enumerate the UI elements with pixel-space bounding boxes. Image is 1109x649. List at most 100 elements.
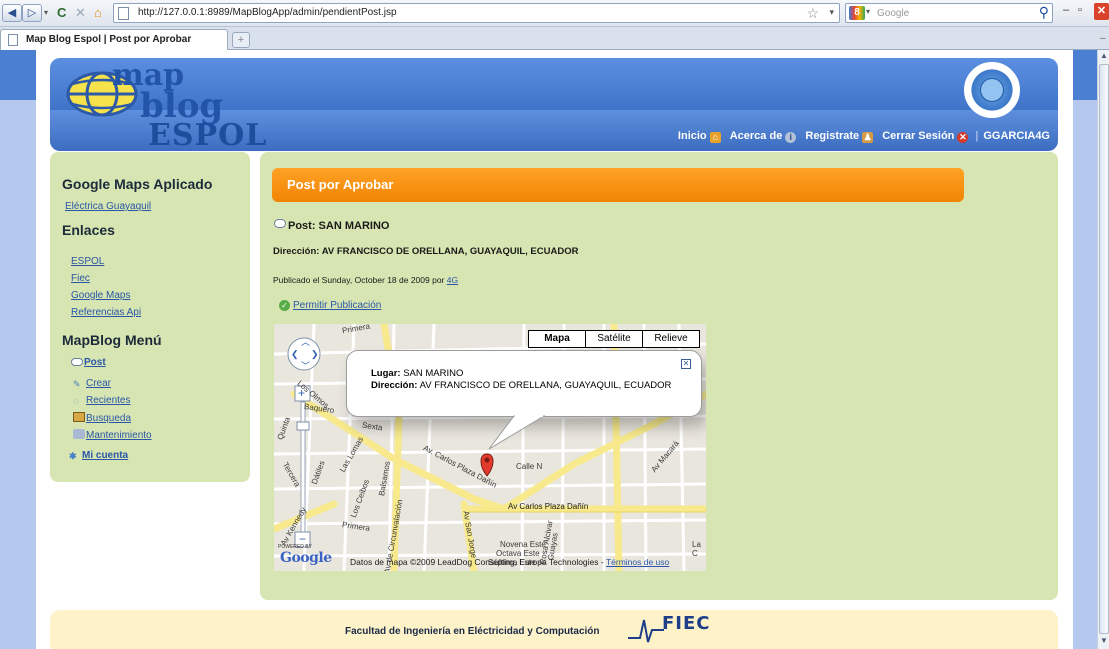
sidebar-link-referencias[interactable]: Referencias Api [71, 307, 141, 318]
scroll-thumb[interactable] [1099, 64, 1109, 634]
seal-emblem [980, 78, 1004, 102]
nav-registrate[interactable]: Registrate ♟ [805, 130, 874, 143]
site-footer: Facultad de Ingeniería en Eléctricidad y… [50, 610, 1058, 649]
google-logo[interactable]: Google [280, 550, 332, 566]
scroll-down-icon[interactable]: ▼ [1099, 636, 1109, 648]
espol-seal [964, 62, 1020, 118]
new-tab-button[interactable]: + [232, 32, 250, 48]
reload-icon[interactable]: C [57, 5, 66, 21]
window-close-icon[interactable]: ✕ [1094, 3, 1109, 20]
browser-toolbar: ◀ ▷ ▾ C ✕ ⌂ http://127.0.0.1:8989/MapBlo… [0, 0, 1109, 27]
nav-registrate-label[interactable]: Registrate [805, 130, 859, 142]
tab-active[interactable]: Map Blog Espol | Post por Aprobar [0, 29, 228, 50]
nav-inicio-label[interactable]: Inicio [678, 130, 707, 142]
pulse-icon [628, 619, 664, 643]
sidebar-menu-mi-cuenta[interactable]: ✱ Mi cuenta [69, 450, 128, 461]
close-icon[interactable]: ✕ [957, 132, 969, 143]
approve-publication-link[interactable]: ✓ Permitir Publicación [279, 300, 381, 311]
post-bar: Post por Aprobar [272, 168, 964, 202]
search-placeholder[interactable]: Google [877, 8, 909, 19]
map-type-satelite[interactable]: Satélite [585, 330, 643, 348]
author-link[interactable]: 4G [447, 275, 458, 285]
sidebar-menu-crear[interactable]: ✎ Crear [73, 378, 111, 389]
recent-icon: ◌ [73, 396, 79, 406]
tab-title: Map Blog Espol | Post por Aprobar [26, 34, 192, 45]
info-dir-value: AV FRANCISCO DE ORELLANA, GUAYAQUIL, ECU… [419, 380, 672, 391]
url-dropdown-icon[interactable]: ▾ [829, 7, 834, 18]
svg-text:❯: ❯ [311, 349, 319, 360]
nav-cerrar-label[interactable]: Cerrar Sesión [882, 130, 954, 142]
nav-inicio[interactable]: Inicio ⌂ [678, 130, 721, 143]
page-viewport: map blog ESPOL Inicio ⌂ Acerca de i Regist… [0, 50, 1097, 649]
approve-publication-label[interactable]: Permitir Publicación [293, 300, 381, 311]
sidebar-menu-post-label[interactable]: Post [84, 357, 106, 368]
sidebar-link-electrica[interactable]: Eléctrica Guayaquil [65, 201, 151, 212]
nav-acerca-label[interactable]: Acerca de [730, 130, 783, 142]
street-label: Novena Este [500, 540, 546, 549]
maintenance-icon [73, 429, 85, 439]
sidebar-link-espol[interactable]: ESPOL [71, 256, 104, 267]
sidebar-link-fiec[interactable]: Fiec [71, 273, 90, 284]
top-nav: Inicio ⌂ Acerca de i Registrate ♟ Cerrar Se… [672, 130, 1050, 146]
street-label: La C [692, 540, 701, 558]
page-title: Post por Aprobar [287, 177, 394, 192]
map-type-mapa[interactable]: Mapa [528, 330, 586, 348]
home-icon[interactable]: ⌂ [94, 5, 102, 21]
sidebar-menu-post[interactable]: Post [71, 357, 106, 368]
sidebar-menu-mantenimiento-label[interactable]: Mantenimiento [86, 430, 152, 441]
search-box[interactable]: 8 ▾ Google ⚲ [845, 3, 1053, 23]
sidebar-menu-recientes[interactable]: ◌ Recientes [73, 395, 130, 406]
sidebar-menu-recientes-label[interactable]: Recientes [86, 395, 130, 406]
search-engine-dropdown-icon[interactable]: ▾ [866, 7, 870, 16]
back-button[interactable]: ◀ [2, 4, 22, 22]
nav-acerca[interactable]: Acerca de i [730, 130, 797, 143]
google-map[interactable]: ❮ ❯ ︿ ﹀ + − Primera Av. Carlos Plaza Dañín… [274, 324, 706, 571]
map-copyright: Datos de mapa ©2009 LeadDog Consulting, … [350, 557, 669, 567]
history-dropdown-icon[interactable]: ▾ [44, 5, 48, 21]
url-text[interactable]: http://127.0.0.1:8989/MapBlogApp/admin/p… [138, 7, 397, 18]
scroll-up-icon[interactable]: ▲ [1099, 51, 1109, 63]
bookmark-star-icon[interactable]: ☆ [806, 5, 819, 22]
post-title-label: Post: SAN MARINO [288, 220, 390, 232]
sidebar-heading-enlaces: Enlaces [62, 222, 115, 238]
sidebar-menu-mantenimiento[interactable]: Mantenimiento [73, 429, 152, 441]
current-user[interactable]: GGARCIA4G [983, 130, 1050, 142]
search-list-icon [73, 412, 85, 422]
map-copyright-text: Datos de mapa ©2009 LeadDog Consulting, … [350, 557, 604, 567]
tab-page-icon [8, 34, 18, 46]
sidebar-menu-crear-label[interactable]: Crear [86, 378, 111, 389]
post-published: Publicado el Sunday, October 18 de 2009 … [273, 275, 458, 285]
sidebar-menu-mi-cuenta-label[interactable]: Mi cuenta [82, 450, 128, 461]
home-icon[interactable]: ⌂ [709, 132, 721, 143]
forward-button[interactable]: ▷ [22, 4, 42, 22]
sidebar-menu-busqueda-label[interactable]: Busqueda [86, 413, 131, 424]
minimize-icon[interactable]: – [1063, 4, 1069, 16]
info-lugar: Lugar: SAN MARINO [371, 368, 463, 379]
map-info-window: ✕ Lugar: SAN MARINO Dirección: AV FRANCI… [346, 350, 702, 417]
published-text: Publicado el Sunday, October 18 de 2009 … [273, 275, 445, 285]
terms-link[interactable]: Términos de uso [606, 557, 669, 567]
stop-icon[interactable]: ✕ [75, 5, 86, 21]
post-address: Dirección: AV FRANCISCO DE ORELLANA, GUA… [273, 246, 579, 257]
vertical-scrollbar[interactable]: ▲ ▼ [1097, 50, 1109, 649]
info-icon[interactable]: i [785, 132, 797, 143]
sidebar-menu-busqueda[interactable]: Busqueda [73, 412, 131, 424]
sidebar-heading-menu: MapBlog Menú [62, 332, 162, 348]
restore-icon[interactable]: ▫ [1078, 4, 1082, 16]
search-engine-icon[interactable]: 8 [849, 6, 865, 20]
nav-cerrar-sesion[interactable]: Cerrar Sesión ✕ [882, 130, 969, 143]
user-icon[interactable]: ♟ [862, 132, 874, 143]
info-lugar-label: Lugar: [371, 368, 401, 379]
info-window-close-icon[interactable]: ✕ [681, 359, 691, 369]
sidebar-link-google-maps[interactable]: Google Maps [71, 290, 130, 301]
page-icon [118, 7, 129, 20]
create-icon: ✎ [73, 379, 81, 389]
map-type-relieve[interactable]: Relieve [642, 330, 700, 348]
check-icon: ✓ [279, 300, 290, 311]
sidebar: Google Maps Aplicado Eléctrica Guayaquil… [50, 152, 250, 482]
site-logo[interactable]: map blog ESPOL [66, 58, 276, 153]
address-bar[interactable]: http://127.0.0.1:8989/MapBlogApp/admin/p… [113, 3, 840, 23]
tab-list-icon[interactable]: – [1100, 33, 1106, 44]
search-icon[interactable]: ⚲ [1039, 4, 1049, 21]
main-content: Post por Aprobar Post: SAN MARINO Direcc… [260, 152, 1058, 624]
